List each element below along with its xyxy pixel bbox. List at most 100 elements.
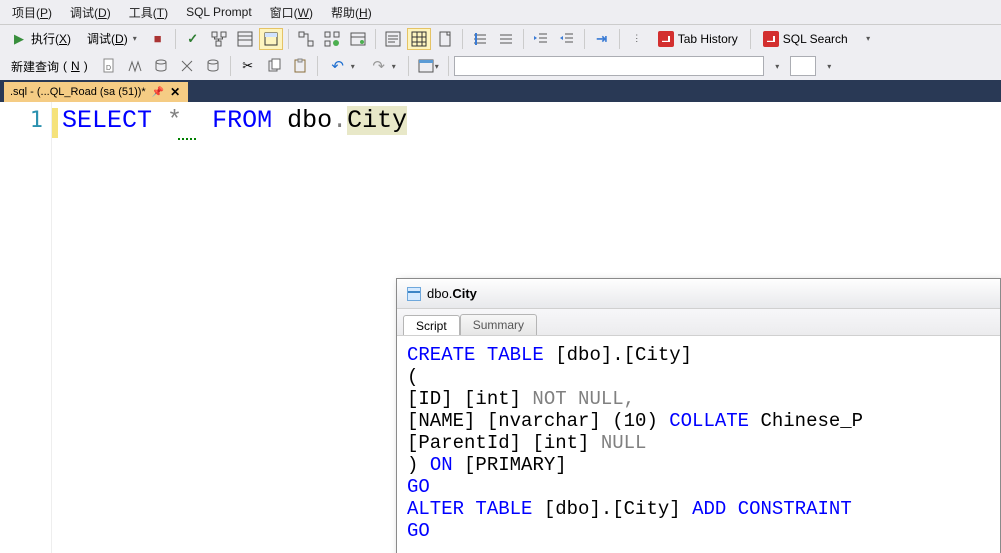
results-text-icon	[385, 31, 401, 47]
execute-button[interactable]: ▶ 执行(X)	[4, 28, 78, 50]
line-number: 1	[0, 108, 43, 133]
mdx-query-button[interactable]	[123, 55, 147, 77]
find-dd[interactable]: ▾	[766, 55, 788, 77]
results-file-icon	[437, 31, 453, 47]
table-icon	[407, 287, 421, 301]
new-query-button[interactable]: 新建查询(N)	[4, 55, 95, 77]
cut-icon: ✂	[240, 58, 256, 74]
tooltip-tabstrip: Script Summary	[397, 309, 1000, 335]
parse-button[interactable]: ✓	[181, 28, 205, 50]
code-line: SELECT * FROM dbo.City	[62, 106, 407, 135]
stop-button[interactable]: ■	[146, 28, 170, 50]
file-icon: D	[101, 58, 117, 74]
menu-window[interactable]: 窗口(W)	[262, 2, 321, 23]
livestats-icon	[324, 31, 340, 47]
small-dd[interactable]: ▾	[818, 55, 840, 77]
indent-icon	[559, 31, 575, 47]
separator	[584, 29, 585, 49]
menu-sqlprompt[interactable]: SQL Prompt	[178, 3, 260, 21]
paste-button[interactable]	[288, 55, 312, 77]
pin-icon[interactable]: 📌	[152, 87, 164, 98]
copy-icon	[266, 58, 282, 74]
tooltip-script-body[interactable]: CREATE TABLE [dbo].[City] ( [ID] [int] N…	[397, 335, 1000, 553]
separator	[523, 29, 524, 49]
separator	[175, 29, 176, 49]
actual-plan-button[interactable]	[294, 28, 318, 50]
results-grid-button[interactable]	[407, 28, 431, 50]
client-stats-button[interactable]	[346, 28, 370, 50]
estimated-plan-button[interactable]	[207, 28, 231, 50]
menu-debug[interactable]: 调试(D)	[62, 2, 119, 23]
query-options-button[interactable]	[233, 28, 257, 50]
paste-icon	[292, 58, 308, 74]
tab-script[interactable]: Script	[403, 315, 460, 336]
undo-button[interactable]: ↶▾	[323, 55, 362, 77]
separator	[288, 29, 289, 49]
toolbar-secondary: 新建查询(N) D ✂ ↶▾ ↷▾ ▾ ▾ ▾	[0, 52, 1001, 80]
separator	[375, 29, 376, 49]
separator	[462, 29, 463, 49]
svg-text:D: D	[106, 65, 111, 72]
squiggle-underline	[178, 138, 196, 140]
separator	[317, 56, 318, 76]
redgate-icon	[658, 31, 674, 47]
file-tab[interactable]: .sql - (...QL_Road (sa (51))* 📌 ✕	[4, 82, 188, 102]
menu-tools[interactable]: 工具(T)	[121, 2, 176, 23]
xmla-icon	[179, 58, 195, 74]
current-line-marker	[52, 108, 58, 138]
uncomment-icon	[498, 31, 514, 47]
tab-summary[interactable]: Summary	[460, 314, 537, 335]
line-gutter: 1	[0, 102, 52, 553]
tab-history-button[interactable]: Tab History	[651, 28, 745, 50]
cut-button[interactable]: ✂	[236, 55, 260, 77]
debug-button[interactable]: 调试(D)▾	[80, 28, 144, 50]
redgate-icon	[763, 31, 779, 47]
comment-icon	[472, 31, 488, 47]
indent-button[interactable]	[555, 28, 579, 50]
mdx-icon	[127, 58, 143, 74]
stop-icon: ■	[150, 31, 166, 47]
specify-values-button[interactable]: ⇥	[590, 28, 614, 50]
live-stats-button[interactable]	[320, 28, 344, 50]
uncomment-button[interactable]	[494, 28, 518, 50]
find-combo[interactable]	[454, 56, 764, 76]
comment-button[interactable]	[468, 28, 492, 50]
separator	[408, 56, 409, 76]
results-text-button[interactable]	[381, 28, 405, 50]
menu-project[interactable]: 项目(P)	[4, 2, 60, 23]
separator	[448, 56, 449, 76]
dax-query-button[interactable]	[201, 55, 225, 77]
redo-icon: ↷	[371, 58, 387, 74]
overflow-button[interactable]: ⋮	[625, 28, 649, 50]
close-icon[interactable]: ✕	[170, 85, 180, 99]
copy-button[interactable]	[262, 55, 286, 77]
start-page-button[interactable]: ▾	[414, 55, 443, 77]
intellisense-button[interactable]	[259, 28, 283, 50]
window-icon	[418, 58, 434, 74]
toolbar-overflow-button[interactable]: ▾	[857, 28, 879, 50]
intellisense-icon	[263, 31, 279, 47]
separator	[750, 29, 751, 49]
dax-icon	[205, 58, 221, 74]
unknown-small-combo[interactable]	[790, 56, 816, 76]
sql-editor[interactable]: 1 SELECT * FROM dbo.City dbo.City Script…	[0, 102, 1001, 553]
clientstats-icon	[350, 31, 366, 47]
de-query-button[interactable]: D	[97, 55, 121, 77]
undo-icon: ↶	[330, 58, 346, 74]
results-grid-icon	[411, 31, 427, 47]
sql-search-button[interactable]: SQL Search	[756, 28, 855, 50]
toolbar-main: ▶ 执行(X) 调试(D)▾ ■ ✓ ⇥ ⋮ Tab History SQL S…	[0, 24, 1001, 52]
plan2-icon	[298, 31, 314, 47]
results-file-button[interactable]	[433, 28, 457, 50]
param-icon: ⇥	[594, 31, 610, 47]
tooltip-header: dbo.City	[397, 279, 1000, 309]
menubar: 项目(P) 调试(D) 工具(T) SQL Prompt 窗口(W) 帮助(H)	[0, 0, 1001, 24]
dmx-query-button[interactable]	[149, 55, 173, 77]
menu-help[interactable]: 帮助(H)	[323, 2, 380, 23]
xmla-query-button[interactable]	[175, 55, 199, 77]
separator	[230, 56, 231, 76]
separator	[619, 29, 620, 49]
redo-button[interactable]: ↷▾	[364, 55, 403, 77]
outdent-button[interactable]	[529, 28, 553, 50]
overflow-icon: ⋮	[629, 31, 645, 47]
